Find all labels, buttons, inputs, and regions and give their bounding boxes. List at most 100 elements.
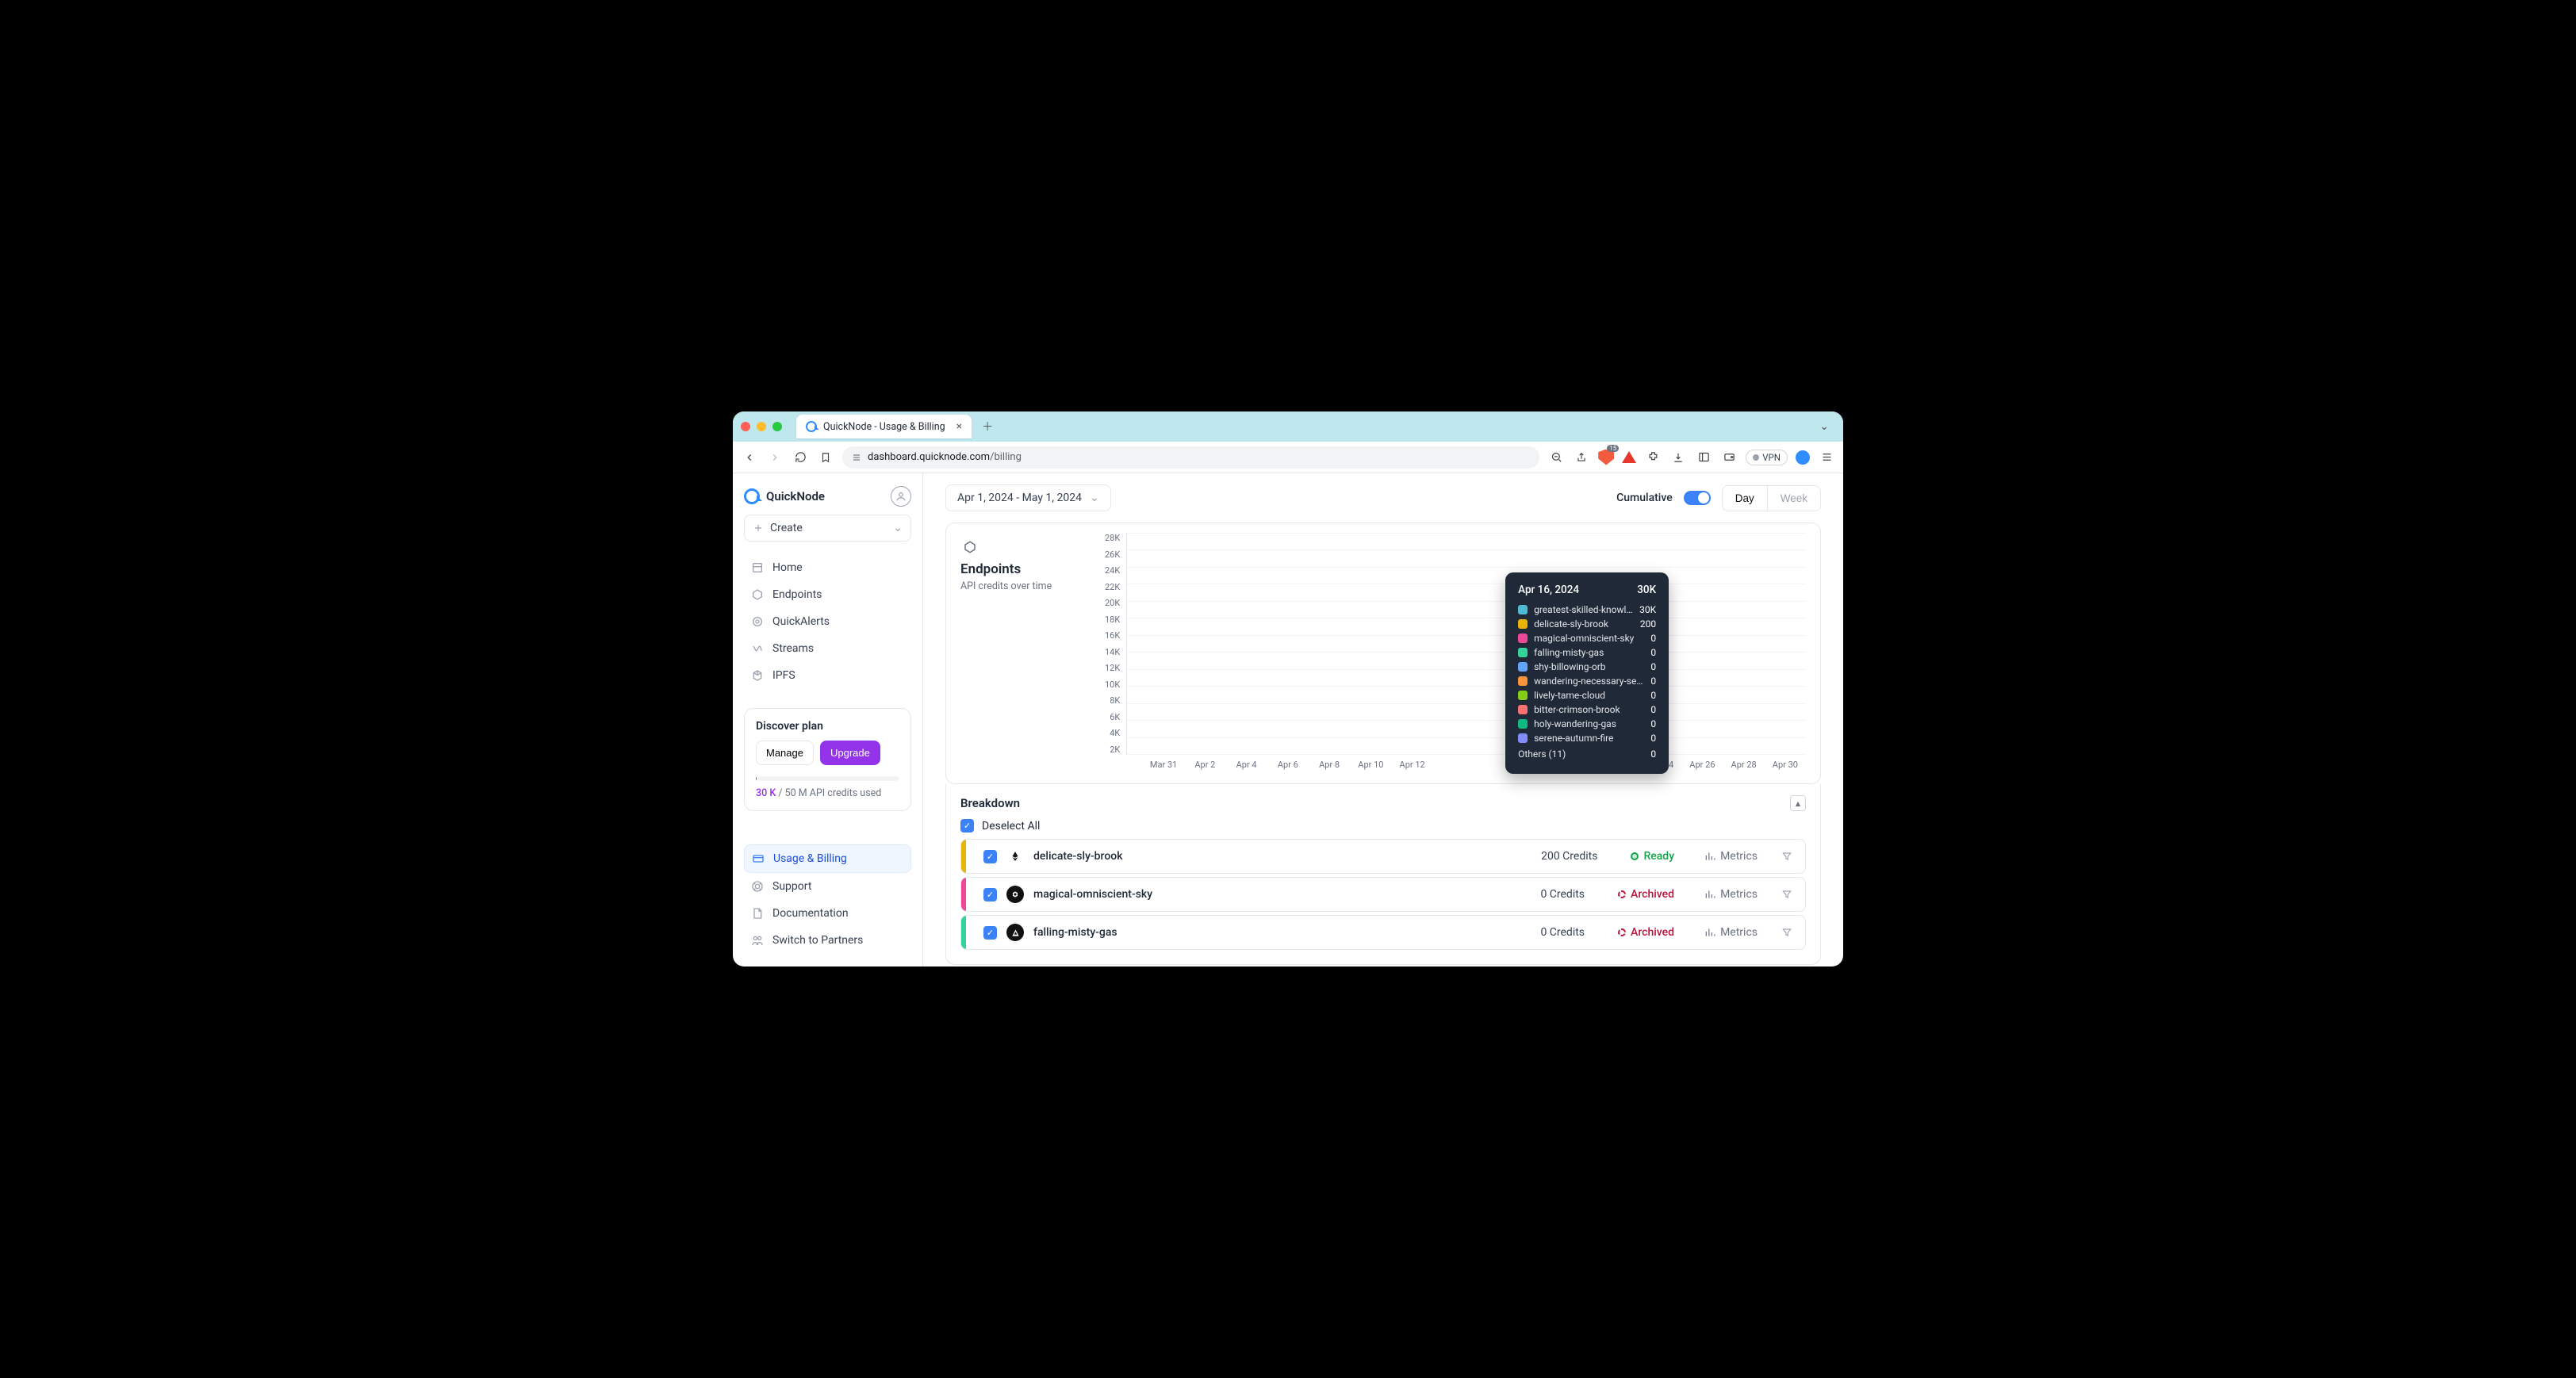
sidebar-item-home[interactable]: Home [744, 554, 911, 581]
reload-button[interactable] [792, 449, 809, 466]
chain-icon [1006, 848, 1024, 865]
tab-close-icon[interactable]: × [956, 420, 962, 433]
endpoint-name: falling-misty-gas [1033, 926, 1117, 939]
tab-title: QuickNode - Usage & Billing [823, 421, 945, 433]
manage-button[interactable]: Manage [756, 741, 814, 765]
swatch-icon [1518, 719, 1528, 729]
url-field[interactable]: dashboard.quicknode.com/billing [842, 446, 1539, 469]
tooltip-others-label: Others (11) [1518, 748, 1644, 760]
extensions-icon[interactable] [1644, 449, 1662, 466]
deselect-all[interactable]: ✓ Deselect All [960, 819, 1806, 833]
downloads-icon[interactable] [1669, 449, 1687, 466]
credits-text: 30 K / 50 M API credits used [756, 787, 899, 799]
menu-icon[interactable] [1818, 449, 1835, 466]
sidebar-item-ipfs[interactable]: IPFS [744, 662, 911, 689]
sidebar-toggle-icon[interactable] [1695, 449, 1712, 466]
zoom-icon[interactable] [1547, 449, 1565, 466]
sidebar-item-support[interactable]: Support [744, 873, 911, 900]
seg-day-button[interactable]: Day [1723, 486, 1768, 511]
row-checkbox[interactable]: ✓ [983, 926, 997, 940]
new-tab-button[interactable]: ＋ [978, 417, 997, 436]
endpoint-name: delicate-sly-brook [1033, 850, 1123, 863]
tab-overflow-button[interactable]: ⌄ [1813, 417, 1835, 436]
chevron-down-icon: ⌄ [893, 522, 903, 534]
partners-icon [750, 933, 765, 947]
brave-icon[interactable] [1622, 451, 1636, 463]
vpn-button[interactable]: VPN [1746, 450, 1788, 465]
shield-icon[interactable]: 15 [1598, 450, 1614, 465]
sidebar-item-switch-partners[interactable]: Switch to Partners [744, 927, 911, 954]
user-avatar-icon[interactable] [891, 486, 911, 507]
row-checkbox[interactable]: ✓ [983, 850, 997, 863]
close-window-icon[interactable] [741, 422, 750, 431]
plan-title: Discover plan [756, 720, 899, 733]
swatch-icon [1518, 605, 1528, 614]
seg-week-button[interactable]: Week [1768, 486, 1820, 511]
color-stripe [961, 916, 966, 949]
profile-icon[interactable] [1796, 450, 1810, 465]
panel-subtitle: API credits over time [960, 580, 1091, 592]
support-icon [750, 879, 765, 894]
tooltip-row: serene-autumn-fire 0 [1518, 733, 1656, 744]
endpoints-icon [960, 538, 979, 557]
filter-icon[interactable] [1781, 927, 1794, 938]
collapse-button[interactable]: ▴ [1790, 795, 1806, 811]
sidebar-item-usage-billing[interactable]: Usage & Billing [744, 844, 911, 873]
alerts-icon [750, 614, 765, 629]
row-checkbox[interactable]: ✓ [983, 888, 997, 901]
browser-tab[interactable]: QuickNode - Usage & Billing × [796, 415, 972, 438]
y-axis: 28K26K24K22K20K18K16K14K12K10K8K6K4K2K [1105, 533, 1126, 755]
maximize-window-icon[interactable] [772, 422, 782, 431]
home-icon [750, 561, 765, 575]
minimize-window-icon[interactable] [757, 422, 766, 431]
chart-panel: Endpoints API credits over time 28K26K24… [945, 522, 1821, 784]
endpoint-credits: 200 Credits [1541, 850, 1597, 863]
swatch-icon [1518, 648, 1528, 657]
brand[interactable]: QuickNode [744, 486, 911, 507]
metrics-link[interactable]: Metrics [1704, 926, 1758, 939]
endpoint-status: Ready [1631, 850, 1674, 863]
filter-icon[interactable] [1781, 851, 1794, 862]
metrics-link[interactable]: Metrics [1704, 850, 1758, 863]
sidebar: QuickNode Create ⌄ Home Endpoints QuickA… [733, 473, 923, 967]
brand-logo-icon [744, 488, 760, 504]
breakdown-section: Breakdown ▴ ✓ Deselect All ✓ delicate-sl… [945, 784, 1821, 965]
chain-icon [1006, 924, 1024, 941]
swatch-icon [1518, 676, 1528, 686]
metrics-icon [1704, 851, 1715, 862]
sidebar-item-streams[interactable]: Streams [744, 635, 911, 662]
credits-progress [756, 776, 899, 781]
cumulative-toggle[interactable] [1684, 491, 1711, 505]
panel-title: Endpoints [960, 561, 1091, 577]
brand-name: QuickNode [766, 489, 825, 503]
endpoint-row[interactable]: ✓ delicate-sly-brook 200 Credits Ready M… [960, 839, 1806, 874]
content: Endpoints API credits over time 28K26K24… [923, 522, 1843, 967]
endpoint-row[interactable]: ✓ falling-misty-gas 0 Credits Archived M… [960, 915, 1806, 950]
tooltip-date: Apr 16, 2024 [1518, 584, 1579, 596]
forward-button[interactable] [766, 449, 784, 466]
bookmark-button[interactable] [817, 449, 834, 466]
toolbar-right: 15 VPN [1547, 449, 1835, 466]
tooltip-row: delicate-sly-brook 200 [1518, 618, 1656, 630]
metrics-link[interactable]: Metrics [1704, 888, 1758, 901]
create-button[interactable]: Create ⌄ [744, 515, 911, 542]
endpoint-credits: 0 Credits [1540, 888, 1585, 901]
endpoint-row[interactable]: ✓ magical-omniscient-sky 0 Credits Archi… [960, 877, 1806, 912]
share-icon[interactable] [1573, 449, 1590, 466]
cumulative-label: Cumulative [1616, 492, 1673, 504]
sidebar-item-documentation[interactable]: Documentation [744, 900, 911, 927]
date-range-button[interactable]: Apr 1, 2024 - May 1, 2024 ⌄ [945, 484, 1111, 511]
tooltip-row: wandering-necessary-season 0 [1518, 676, 1656, 687]
streams-icon [750, 641, 765, 656]
plot-area [1126, 533, 1806, 755]
wallet-icon[interactable] [1720, 449, 1738, 466]
filter-icon[interactable] [1781, 889, 1794, 900]
sidebar-item-endpoints[interactable]: Endpoints [744, 581, 911, 608]
back-button[interactable] [741, 449, 758, 466]
tooltip-row: shy-billowing-orb 0 [1518, 661, 1656, 672]
chart[interactable]: 28K26K24K22K20K18K16K14K12K10K8K6K4K2K M… [1105, 523, 1820, 783]
swatch-icon [1518, 733, 1528, 743]
sidebar-item-quickalerts[interactable]: QuickAlerts [744, 608, 911, 635]
ipfs-icon [750, 668, 765, 683]
upgrade-button[interactable]: Upgrade [820, 741, 880, 765]
